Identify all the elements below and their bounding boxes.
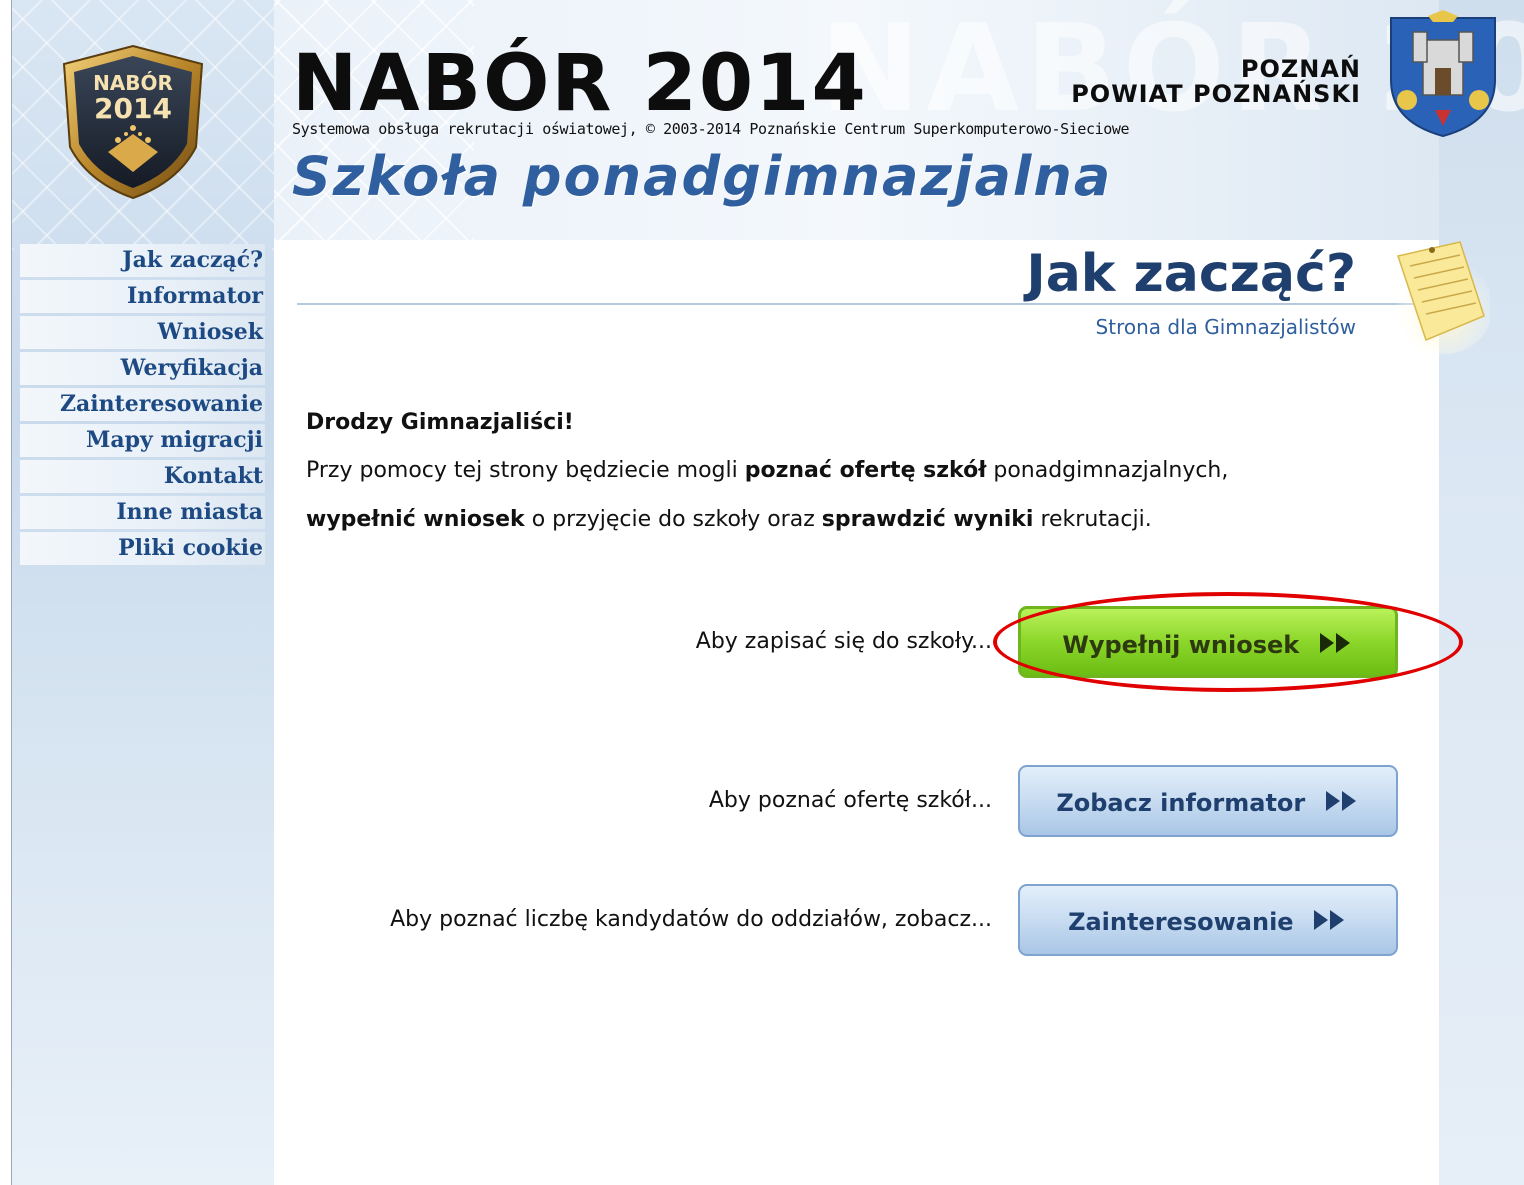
coat-of-arms-icon xyxy=(1383,10,1503,140)
page-subtitle: Strona dla Gimnazjalistów xyxy=(1095,315,1356,339)
sidebar-item-kontakt[interactable]: Kontakt xyxy=(20,460,265,493)
page-title: Jak zacząć? xyxy=(1026,244,1356,304)
sidebar-item-wniosek[interactable]: Wniosek xyxy=(20,316,265,349)
button-label: Zainteresowanie xyxy=(1068,908,1294,936)
intro-bold: wypełnić wniosek xyxy=(306,507,525,532)
sidebar-item-zainteresowanie[interactable]: Zainteresowanie xyxy=(20,388,265,421)
action-prompt-interest: Aby poznać liczbę kandydatów do oddziałó… xyxy=(390,907,992,932)
site-title: NABÓR 2014 xyxy=(292,39,868,129)
action-prompt-apply: Aby zapisać się do szkoły... xyxy=(695,629,992,654)
intro-line-1: Przy pomocy tej strony będziecie mogli p… xyxy=(306,458,1228,483)
sidebar-item-mapy-migracji[interactable]: Mapy migracji xyxy=(20,424,265,457)
action-prompt-offer: Aby poznać ofertę szkół... xyxy=(708,788,992,813)
sidebar-item-pliki-cookie[interactable]: Pliki cookie xyxy=(20,532,265,565)
intro-bold: sprawdzić wyniki xyxy=(821,507,1034,532)
intro-text: o przyjęcie do szkoły oraz xyxy=(524,507,822,532)
svg-text:2014: 2014 xyxy=(94,92,172,125)
button-label: Zobacz informator xyxy=(1056,789,1306,817)
nabor-badge-icon[interactable]: NABÓR 2014 xyxy=(58,42,208,202)
window-edge xyxy=(0,0,12,1185)
view-interest-button[interactable]: Zainteresowanie xyxy=(1018,884,1398,956)
intro-text: ponadgimnazjalnych, xyxy=(986,458,1229,483)
county-name: POWIAT POZNAŃSKI xyxy=(1071,80,1361,108)
sidebar-item-jak-zaczac[interactable]: Jak zacząć? xyxy=(20,244,265,277)
heading-divider xyxy=(297,303,1439,305)
double-arrow-icon xyxy=(1312,887,1348,959)
sidebar-nav: Jak zacząć? Informator Wniosek Weryfikac… xyxy=(20,244,265,568)
sidebar-item-weryfikacja[interactable]: Weryfikacja xyxy=(20,352,265,385)
right-strip xyxy=(1439,0,1524,1185)
intro-bold: poznać ofertę szkół xyxy=(744,458,987,483)
sidebar-item-inne-miasta[interactable]: Inne miasta xyxy=(20,496,265,529)
intro-text: rekrutacji. xyxy=(1033,507,1152,532)
highlight-oval xyxy=(993,592,1463,692)
section-title: Szkoła ponadgimnazjalna xyxy=(292,145,1113,208)
greeting: Drodzy Gimnazjaliści! xyxy=(306,410,574,435)
view-informator-button[interactable]: Zobacz informator xyxy=(1018,765,1398,837)
intro-line-2: wypełnić wniosek o przyjęcie do szkoły o… xyxy=(306,507,1152,532)
double-arrow-icon xyxy=(1324,768,1360,840)
sidebar-item-informator[interactable]: Informator xyxy=(20,280,265,313)
note-paper-icon xyxy=(1390,236,1493,356)
site-subtitle: Systemowa obsługa rekrutacji oświatowej,… xyxy=(292,120,1130,138)
city-name: POZNAŃ xyxy=(1240,55,1361,83)
intro-text: Przy pomocy tej strony będziecie mogli xyxy=(306,458,745,483)
